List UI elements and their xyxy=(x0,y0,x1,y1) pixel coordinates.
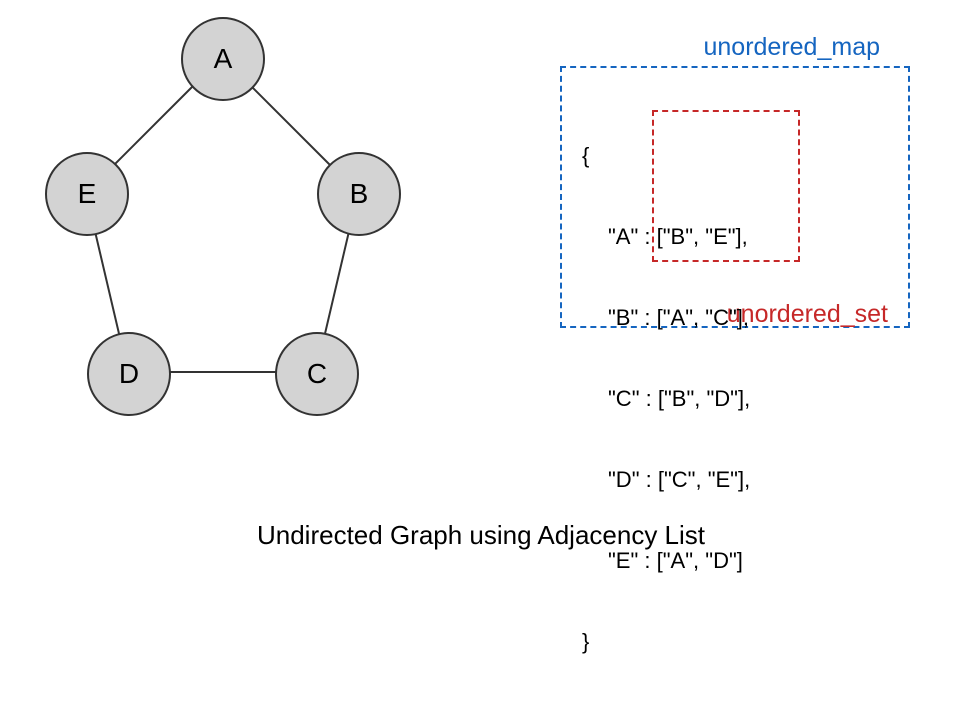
node-label: C xyxy=(307,358,327,390)
node-c: C xyxy=(275,332,359,416)
node-b: B xyxy=(317,152,401,236)
entry-d: "D" : ["C", "E"], xyxy=(582,466,894,493)
entry-e: "E" : ["A", "D"] xyxy=(582,547,894,574)
entry-c: "C" : ["B", "D"], xyxy=(582,385,894,412)
node-label: E xyxy=(78,178,97,210)
node-label: D xyxy=(119,358,139,390)
open-brace: { xyxy=(582,142,894,169)
node-a: A xyxy=(181,17,265,101)
node-d: D xyxy=(87,332,171,416)
node-e: E xyxy=(45,152,129,236)
entry-a: "A" : ["B", "E"], xyxy=(582,223,894,250)
node-label: B xyxy=(350,178,369,210)
graph-diagram: A B C D E xyxy=(0,0,470,460)
adjacency-code: { "A" : ["B", "E"], "B" : ["A", "C"], "C… xyxy=(582,88,894,709)
close-brace: } xyxy=(582,628,894,655)
unordered-map-label: unordered_map xyxy=(560,33,880,62)
adjacency-list-box: unordered_map { "A" : ["B", "E"], "B" : … xyxy=(560,33,920,328)
node-label: A xyxy=(214,43,233,75)
entry-b: "B" : ["A", "C"], xyxy=(582,304,894,331)
map-dashed-box: { "A" : ["B", "E"], "B" : ["A", "C"], "C… xyxy=(560,66,910,328)
